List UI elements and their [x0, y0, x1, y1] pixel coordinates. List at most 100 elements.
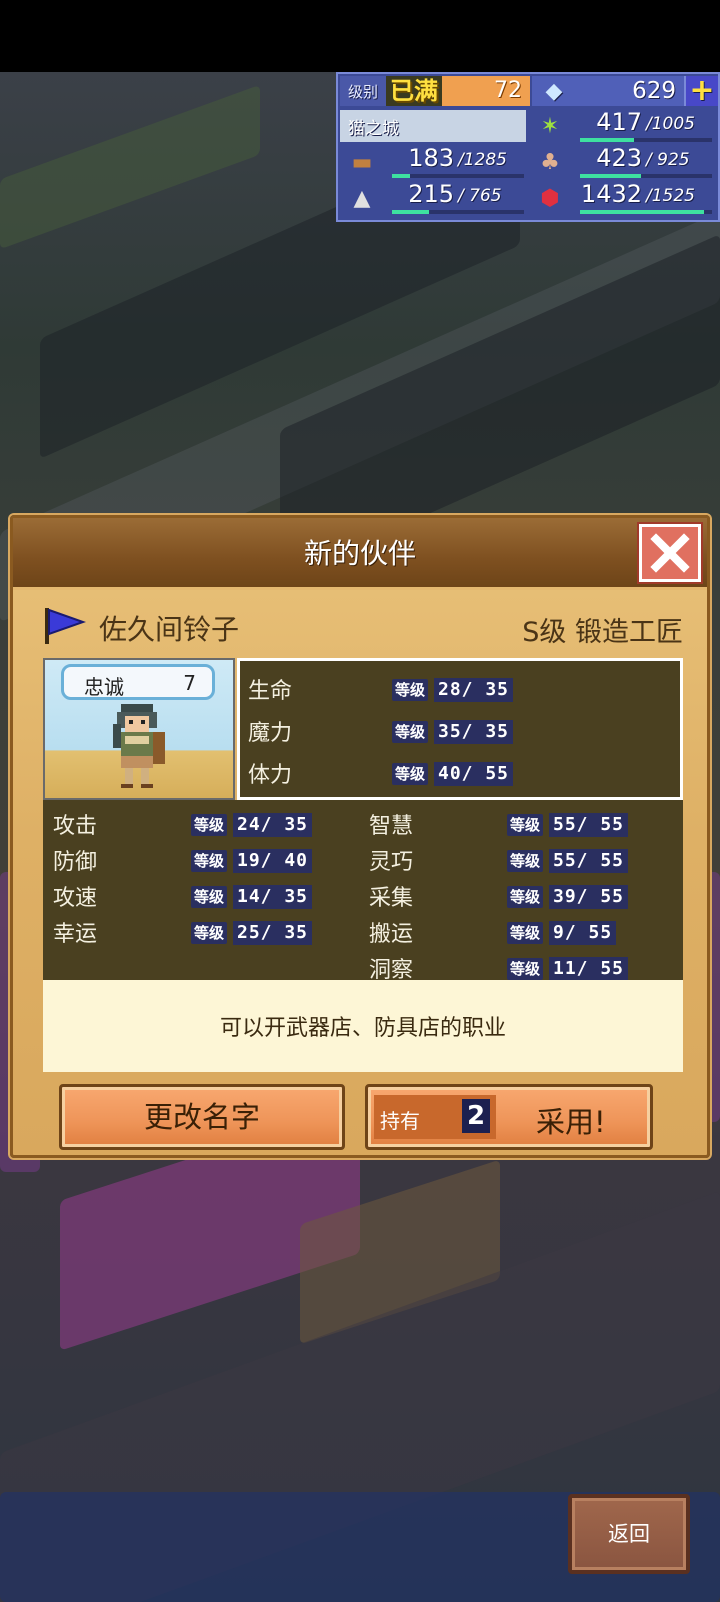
job-description: 可以开武器店、防具店的职业: [43, 980, 683, 1072]
level-display: 级别 已满 72: [340, 76, 530, 106]
stat-attack-speed: 攻速 等级 14/ 35: [53, 880, 353, 914]
flag-icon: [45, 608, 87, 644]
stat-value: 28/ 35: [434, 678, 514, 702]
ore-icon: ▲: [353, 186, 371, 211]
resource-bar: [580, 210, 712, 214]
stat-value: 35/ 35: [434, 720, 514, 744]
level-tag: 等级: [191, 814, 228, 836]
wood-icon: ▬: [351, 150, 373, 175]
character-header: 佐久间铃子 S级 锻造工匠: [43, 604, 683, 648]
gem-count: 629: [632, 78, 676, 104]
resource-max: / 765: [458, 186, 502, 206]
level-tag: 等级: [507, 850, 544, 872]
stat-name: 幸运: [53, 922, 98, 947]
resource-value: 215: [408, 180, 454, 208]
stat-value: 14/ 35: [233, 885, 313, 909]
ruby-icon: ⬢: [540, 186, 560, 211]
close-icon: [650, 533, 690, 573]
resource-max: /1525: [646, 186, 695, 206]
stat-name: 灵巧: [369, 850, 414, 875]
level-tag: 等级: [191, 886, 228, 908]
resource-bar: [580, 174, 712, 178]
rename-label: 更改名字: [143, 1100, 260, 1134]
stat-name: 采集: [369, 886, 414, 911]
character-job: S级 锻造工匠: [522, 617, 683, 648]
resource-grass: ✶ 417 /1005: [528, 108, 718, 144]
status-bar: [0, 0, 720, 72]
stat-stamina: 体力 等级 40/ 55: [248, 757, 548, 791]
level-label: 级别: [347, 82, 378, 101]
resource-bar: [580, 138, 712, 142]
rename-button[interactable]: 更改名字: [59, 1084, 345, 1150]
stat-name: 搬运: [369, 922, 414, 947]
owned-count-box: 持有 2: [374, 1095, 496, 1139]
gem-display: ◆ 629 +: [532, 76, 718, 106]
level-tag: 等级: [507, 886, 544, 908]
stat-value: 9/ 55: [549, 921, 617, 945]
town-name: 猫之城: [340, 110, 526, 142]
stat-name: 生命: [248, 679, 293, 704]
stat-mp: 魔力 等级 35/ 35: [248, 715, 548, 749]
resource-wood: ▬ 183 /1285: [340, 144, 530, 180]
stat-hp: 生命 等级 28/ 35: [248, 673, 548, 707]
level-tag: 等级: [392, 679, 429, 701]
stat-wisdom: 智慧 等级 55/ 55: [369, 808, 669, 842]
stat-name: 智慧: [369, 814, 414, 839]
resource-bar: [392, 174, 524, 178]
level-tag: 等级: [191, 850, 228, 872]
stat-luck: 幸运 等级 25/ 35: [53, 916, 353, 950]
stat-value: 19/ 40: [233, 849, 313, 873]
grass-icon: ✶: [540, 114, 560, 139]
resource-food: ♣ 423 / 925: [528, 144, 718, 180]
back-button[interactable]: 返回: [568, 1494, 690, 1574]
level-tag: 等级: [507, 958, 544, 980]
adopt-button[interactable]: 持有 2 采用!: [365, 1084, 653, 1150]
level-tag: 等级: [191, 922, 228, 944]
dialog-title: 新的伙伴: [303, 537, 416, 570]
resource-value: 423: [596, 144, 642, 172]
level-tag: 等级: [507, 814, 544, 836]
owned-label: 持有: [380, 1109, 420, 1133]
level-tag: 等级: [392, 763, 429, 785]
stat-defense: 防御 等级 19/ 40: [53, 844, 353, 878]
add-gems-button[interactable]: +: [684, 76, 718, 106]
loyalty-badge: 忠诚 7: [61, 664, 215, 700]
level-tag: 等级: [507, 922, 544, 944]
stat-name: 攻击: [53, 814, 98, 839]
resource-ore: ▲ 215 / 765: [340, 180, 530, 216]
stat-name: 体力: [248, 763, 293, 788]
stat-value: 55/ 55: [549, 849, 629, 873]
diamond-icon: ◆: [545, 78, 563, 104]
stat-value: 25/ 35: [233, 921, 313, 945]
level-value: 72: [442, 76, 530, 106]
stat-name: 魔力: [248, 721, 293, 746]
stat-attack: 攻击 等级 24/ 35: [53, 808, 353, 842]
loyalty-value: 7: [183, 671, 196, 695]
resource-max: / 925: [646, 150, 690, 170]
stat-gathering: 采集 等级 39/ 55: [369, 880, 669, 914]
stat-carrying: 搬运 等级 9/ 55: [369, 916, 669, 950]
stat-name: 防御: [53, 850, 98, 875]
secondary-stats: 攻击 等级 24/ 35 防御 等级 19/ 40 攻速 等级 14/ 35 幸…: [43, 800, 683, 983]
level-tag: 等级: [392, 721, 429, 743]
loyalty-label: 忠诚: [84, 675, 124, 699]
character-name: 佐久间铃子: [99, 613, 240, 646]
adopt-label: 采用!: [536, 1105, 606, 1139]
stat-name: 攻速: [53, 886, 98, 911]
new-companion-dialog: 新的伙伴 佐久间铃子 S级 锻造工匠 忠诚 7 生命 等级 28/ 35 魔力 …: [10, 515, 710, 1158]
job-description-text: 可以开武器店、防具店的职业: [219, 1016, 506, 1041]
resource-max: /1285: [458, 150, 507, 170]
back-label: 返回: [608, 1522, 650, 1546]
stat-value: 40/ 55: [434, 762, 514, 786]
close-button[interactable]: [639, 524, 701, 582]
stat-value: 39/ 55: [549, 885, 629, 909]
level-max-badge: 已满: [386, 76, 442, 106]
resource-value: 417: [596, 108, 642, 136]
resource-value: 1432: [580, 180, 642, 208]
food-icon: ♣: [540, 150, 560, 175]
resource-ruby: ⬢ 1432 /1525: [528, 180, 718, 216]
resource-max: /1005: [646, 114, 695, 134]
primary-stats: 生命 等级 28/ 35 魔力 等级 35/ 35 体力 等级 40/ 55: [237, 658, 683, 800]
owned-count: 2: [462, 1099, 490, 1133]
stat-value: 55/ 55: [549, 813, 629, 837]
